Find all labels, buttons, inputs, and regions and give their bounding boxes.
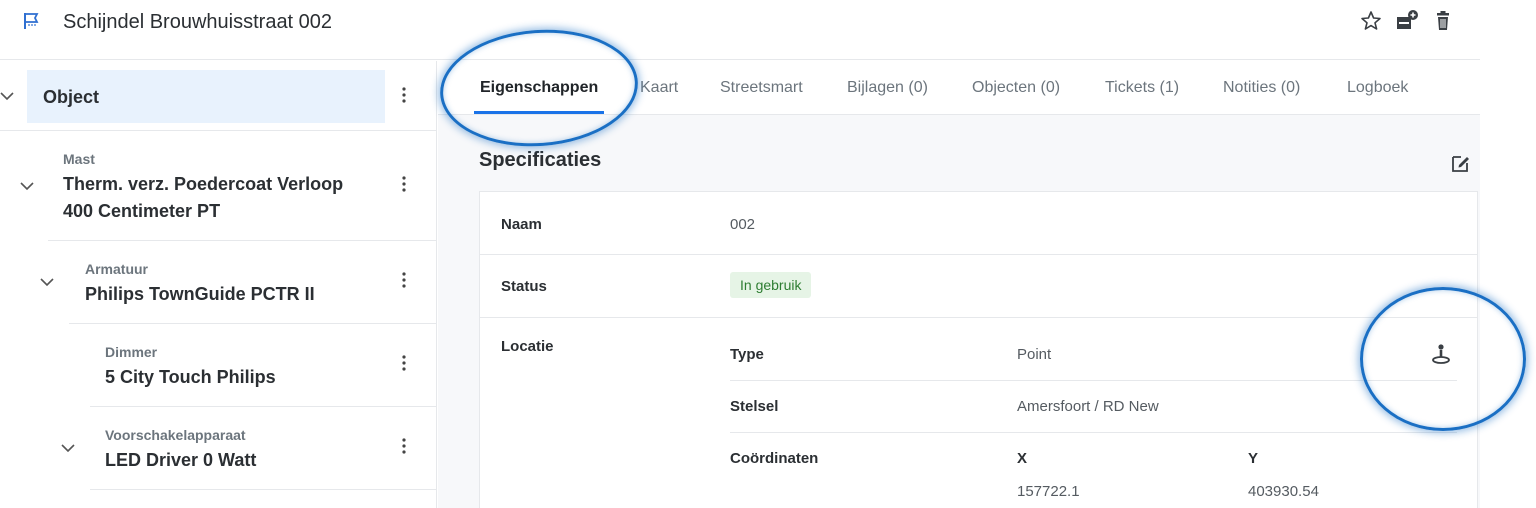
flag-icon <box>22 11 40 31</box>
tab-logboek[interactable]: Logboek <box>1347 79 1408 97</box>
tab-bar: Eigenschappen Kaart Streetsmart Bijlagen… <box>438 61 1480 115</box>
status-badge: In gebruik <box>730 272 812 298</box>
object-tree: Object Mast Therm. verz. Poedercoat Verl… <box>0 61 437 508</box>
tree-item-kind: Mast <box>63 151 95 167</box>
tree-item-mast[interactable]: Mast Therm. verz. Poedercoat Verloop 400… <box>20 131 436 241</box>
tab-eigenschappen[interactable]: Eigenschappen <box>480 79 598 97</box>
divider <box>480 254 1477 255</box>
location-pin-icon[interactable] <box>1429 342 1453 366</box>
y-coordinate-label: Y <box>1248 450 1259 467</box>
detail-panel: Eigenschappen Kaart Streetsmart Bijlagen… <box>438 61 1480 508</box>
tree-item-voorschakelapparaat[interactable]: Voorschakelapparaat LED Driver 0 Watt <box>61 407 436 490</box>
chevron-down-icon[interactable] <box>59 439 77 457</box>
naam-label: Naam <box>501 216 542 233</box>
tree-item-kind: Armatuur <box>85 261 149 277</box>
tree-item-armatuur[interactable]: Armatuur Philips TownGuide PCTR II <box>40 241 436 324</box>
tree-item-name: 5 City Touch Philips <box>105 367 276 387</box>
naam-value: 002 <box>730 216 756 233</box>
more-vertical-icon[interactable] <box>396 436 412 456</box>
tree-item-dimmer[interactable]: Dimmer 5 City Touch Philips <box>90 324 436 407</box>
stelsel-value: Amersfoort / RD New <box>1017 398 1159 415</box>
type-label: Type <box>730 346 764 363</box>
chevron-down-icon[interactable] <box>0 87 16 105</box>
header-actions <box>1358 8 1456 34</box>
more-vertical-icon[interactable] <box>396 353 412 373</box>
section-title: Specificaties <box>479 149 602 171</box>
divider <box>730 380 1457 381</box>
tree-root-label: Object <box>43 87 100 107</box>
tab-objecten[interactable]: Objecten (0) <box>972 79 1060 97</box>
tab-bijlagen[interactable]: Bijlagen (0) <box>847 79 928 97</box>
more-vertical-icon[interactable] <box>396 174 412 194</box>
page-title: Schijndel Brouwhuisstraat 002 <box>63 11 333 33</box>
tab-notities[interactable]: Notities (0) <box>1223 79 1300 97</box>
tree-item-name: LED Driver 0 Watt <box>105 450 257 470</box>
tree-item-kind: Dimmer <box>105 344 158 360</box>
x-coordinate-value: 157722.1 <box>1017 483 1080 500</box>
tree-item-kind: Voorschakelapparaat <box>105 427 246 443</box>
tree-item-name-line2: 400 Centimeter PT <box>63 201 221 221</box>
locatie-label: Locatie <box>501 338 554 355</box>
chevron-down-icon[interactable] <box>38 273 56 291</box>
tab-tickets[interactable]: Tickets (1) <box>1105 79 1179 97</box>
inbox-plus-icon[interactable] <box>1394 8 1420 34</box>
chevron-down-icon[interactable] <box>18 177 36 195</box>
x-coordinate-label: X <box>1017 450 1028 467</box>
trash-icon[interactable] <box>1430 8 1456 34</box>
tree-item-name: Therm. verz. Poedercoat Verloop <box>63 174 344 194</box>
tree-root-row[interactable]: Object <box>0 61 436 131</box>
tab-kaart[interactable]: Kaart <box>640 79 678 97</box>
coordinaten-label: Coördinaten <box>730 450 819 467</box>
star-icon[interactable] <box>1358 8 1384 34</box>
tree-item-name: Philips TownGuide PCTR II <box>85 284 315 304</box>
active-tab-indicator <box>474 111 604 114</box>
more-vertical-icon[interactable] <box>396 85 412 105</box>
edit-icon[interactable] <box>1450 152 1472 174</box>
stelsel-label: Stelsel <box>730 398 779 415</box>
y-coordinate-value: 403930.54 <box>1248 483 1319 500</box>
more-vertical-icon[interactable] <box>396 270 412 290</box>
type-value: Point <box>1017 346 1052 363</box>
divider <box>730 432 1457 433</box>
tab-streetsmart[interactable]: Streetsmart <box>720 79 803 97</box>
header-bar: Schijndel Brouwhuisstraat 002 <box>0 0 1480 60</box>
divider <box>480 317 1477 318</box>
tree-root-item[interactable]: Object <box>27 70 385 123</box>
status-label: Status <box>501 278 547 295</box>
specifications-card: Naam 002 Status In gebruik Locatie Type … <box>479 191 1478 508</box>
